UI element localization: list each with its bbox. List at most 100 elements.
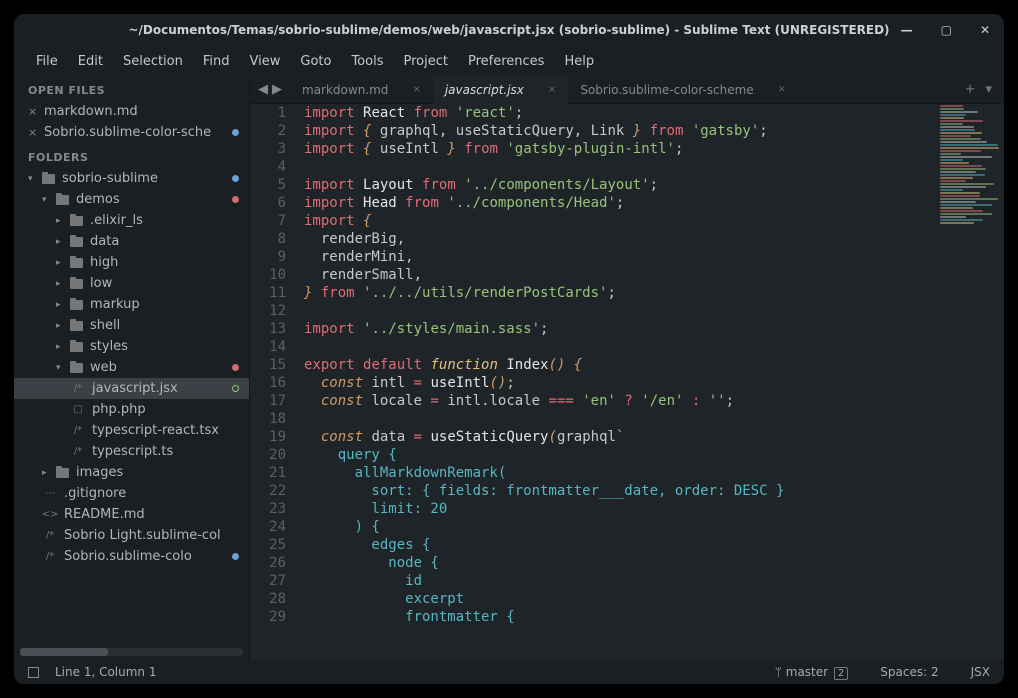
code-line: const intl = useIntl(); — [304, 374, 936, 392]
line-number: 29 — [250, 608, 286, 626]
item-label: sobrio-sublime — [62, 171, 158, 186]
line-number: 5 — [250, 176, 286, 194]
tab-back-icon[interactable]: ◀ — [258, 82, 268, 97]
tab-close-icon[interactable]: × — [412, 84, 420, 95]
code-line: import { — [304, 212, 936, 230]
new-tab-icon[interactable]: + — [965, 82, 976, 97]
line-number: 1 — [250, 104, 286, 122]
menu-help[interactable]: Help — [556, 50, 602, 73]
tab-close-icon[interactable]: × — [548, 84, 556, 95]
sidebar-scrollbar[interactable] — [20, 648, 243, 656]
tab-list-icon[interactable]: ▾ — [985, 82, 992, 97]
chevron-icon: ▸ — [56, 258, 66, 268]
code-line: renderBig, — [304, 230, 936, 248]
file-item[interactable]: /*Sobrio Light.sublime-col — [14, 525, 249, 546]
chevron-icon: ▸ — [56, 237, 66, 247]
file-icon: /* — [70, 445, 86, 459]
tab[interactable]: javascript.jsx× — [433, 76, 568, 104]
chevron-icon: ▾ — [28, 174, 38, 184]
folder-item[interactable]: ▸low — [14, 273, 249, 294]
editor[interactable]: 1234567891011121314151617181920212223242… — [250, 104, 1004, 660]
folder-icon — [68, 214, 84, 228]
tab[interactable]: markdown.md × — [290, 76, 433, 104]
folder-item[interactable]: ▾ sobrio-sublime — [14, 168, 249, 189]
folder-item[interactable]: ▸images — [14, 462, 249, 483]
chevron-icon: ▸ — [56, 342, 66, 352]
folder-item[interactable]: ▸high — [14, 252, 249, 273]
item-label: Sobrio Light.sublime-col — [64, 528, 221, 543]
close-icon[interactable]: ✕ — [980, 23, 990, 37]
folder-item[interactable]: ▾demos — [14, 189, 249, 210]
code-line — [304, 338, 936, 356]
line-number: 9 — [250, 248, 286, 266]
menu-preferences[interactable]: Preferences — [460, 50, 552, 73]
file-item[interactable]: /*typescript-react.tsx — [14, 420, 249, 441]
menu-view[interactable]: View — [242, 50, 289, 73]
item-label: images — [76, 465, 123, 480]
line-number: 23 — [250, 500, 286, 518]
close-icon[interactable]: × — [28, 105, 38, 118]
tab-forward-icon[interactable]: ▶ — [272, 82, 282, 97]
menu-file[interactable]: File — [28, 50, 66, 73]
tab-label: markdown.md — [302, 83, 388, 97]
git-branch[interactable]: ᛘ master 2 — [775, 665, 849, 679]
status-dot — [232, 364, 239, 371]
status-dot — [232, 385, 239, 392]
maximize-icon[interactable]: ▢ — [941, 23, 952, 37]
item-label: typescript.ts — [92, 444, 173, 459]
line-number: 10 — [250, 266, 286, 284]
file-item[interactable]: □php.php — [14, 399, 249, 420]
code-line: import { graphql, useStaticQuery, Link }… — [304, 122, 936, 140]
folder-item[interactable]: ▸.elixir_ls — [14, 210, 249, 231]
minimize-icon[interactable]: — — [901, 23, 913, 37]
file-icon: /* — [42, 550, 58, 564]
file-item[interactable]: ⋯.gitignore — [14, 483, 249, 504]
item-label: web — [90, 360, 117, 375]
folder-item[interactable]: ▸markup — [14, 294, 249, 315]
folder-icon — [68, 319, 84, 333]
file-item[interactable]: /*javascript.jsx — [14, 378, 249, 399]
tab-label: Sobrio.sublime-color-scheme — [580, 83, 753, 97]
line-number: 16 — [250, 374, 286, 392]
folder-item[interactable]: ▸data — [14, 231, 249, 252]
indent-status[interactable]: Spaces: 2 — [880, 665, 938, 679]
item-label: markup — [90, 297, 140, 312]
menu-find[interactable]: Find — [195, 50, 238, 73]
item-label: .elixir_ls — [90, 213, 143, 228]
folder-icon — [68, 256, 84, 270]
folder-item[interactable]: ▸ shell — [14, 315, 249, 336]
code-line: frontmatter { — [304, 608, 936, 626]
code-line: renderMini, — [304, 248, 936, 266]
syntax-status[interactable]: JSX — [971, 665, 990, 679]
close-icon[interactable]: × — [28, 126, 38, 139]
menu-project[interactable]: Project — [395, 50, 455, 73]
menu-goto[interactable]: Goto — [292, 50, 339, 73]
open-file-item[interactable]: ×Sobrio.sublime-color-sche — [14, 122, 249, 143]
tabbar: ◀ ▶ markdown.md×javascript.jsx×Sobrio.su… — [250, 76, 1004, 104]
folder-item[interactable]: ▸styles — [14, 336, 249, 357]
folder-item[interactable]: ▾web — [14, 357, 249, 378]
item-label: shell — [90, 318, 120, 333]
code-line: query { — [304, 446, 936, 464]
line-number: 25 — [250, 536, 286, 554]
code-line — [304, 302, 936, 320]
menu-selection[interactable]: Selection — [115, 50, 191, 73]
file-item[interactable]: /* typescript.ts — [14, 441, 249, 462]
menu-tools[interactable]: Tools — [343, 50, 391, 73]
file-item[interactable]: /*Sobrio.sublime-colo — [14, 546, 249, 567]
open-file-item[interactable]: ×markdown.md — [14, 101, 249, 122]
line-number: 17 — [250, 392, 286, 410]
minimap[interactable] — [936, 104, 1004, 660]
panel-switcher-icon[interactable] — [28, 667, 39, 678]
line-number: 2 — [250, 122, 286, 140]
code-area[interactable]: import React from 'react';import { graph… — [296, 104, 936, 660]
line-number: 26 — [250, 554, 286, 572]
code-line: node { — [304, 554, 936, 572]
file-item[interactable]: <>README.md — [14, 504, 249, 525]
tab-close-icon[interactable]: × — [778, 84, 786, 95]
chevron-icon: ▸ — [56, 321, 66, 331]
folder-icon — [68, 298, 84, 312]
tab[interactable]: Sobrio.sublime-color-scheme × — [568, 76, 798, 104]
menu-edit[interactable]: Edit — [70, 50, 111, 73]
status-dot — [232, 553, 239, 560]
